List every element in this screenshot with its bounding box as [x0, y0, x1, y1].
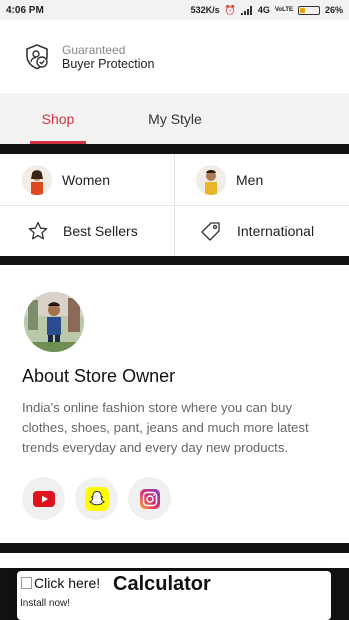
protection-line1: Guaranteed — [62, 42, 126, 57]
ad-image-alt-text: Click here! — [34, 575, 101, 591]
about-title: About Store Owner — [22, 366, 176, 386]
about-section: About Store Owner India's online fashion… — [0, 265, 349, 543]
alarm-icon: ⏰ — [224, 4, 236, 15]
instagram-icon — [139, 488, 160, 509]
grid-divider-vertical — [174, 154, 175, 256]
women-avatar — [22, 164, 52, 195]
page-bottom — [0, 553, 349, 568]
network-speed: 532K/s — [190, 5, 220, 15]
ad-install-link[interactable]: Install now! — [20, 598, 70, 609]
status-icons: 532K/s ⏰ 4G VoLTE 26% — [191, 5, 343, 16]
about-description: India's online fashion store where you c… — [22, 400, 309, 455]
shield-user-icon — [26, 43, 48, 69]
category-best-sellers-label: Best Sellers — [63, 222, 138, 239]
category-best-sellers[interactable]: Best Sellers — [28, 205, 138, 256]
volte-badge: VoLTE — [274, 7, 293, 13]
ad-margin-left — [0, 568, 17, 620]
ad-title[interactable]: Calculator — [113, 573, 211, 596]
status-bar: 4:06 PM 532K/s ⏰ 4G VoLTE 26% — [0, 0, 349, 20]
tag-icon — [201, 221, 220, 241]
category-men[interactable]: Men — [196, 154, 263, 205]
buyer-protection-banner: Guaranteed Buyer Protection — [0, 20, 349, 93]
tab-bar: Shop My Style — [0, 93, 349, 144]
category-international-label: International — [237, 222, 315, 239]
battery-icon — [297, 5, 320, 15]
tab-shop[interactable]: Shop — [28, 93, 88, 144]
section-divider — [0, 144, 349, 154]
network-type: 4G — [257, 5, 270, 15]
star-icon — [28, 221, 48, 239]
category-grid: Women Men Best Sellers International — [0, 154, 349, 256]
category-men-label: Men — [236, 171, 264, 188]
youtube-icon — [32, 490, 55, 507]
category-international[interactable]: International — [200, 205, 314, 256]
section-divider — [0, 256, 349, 265]
ad-image[interactable]: Click here! — [21, 575, 100, 591]
section-divider — [0, 543, 349, 553]
battery-percent: 26% — [324, 5, 343, 15]
status-time: 4:06 PM — [6, 4, 44, 16]
instagram-button[interactable] — [128, 477, 171, 520]
broken-image-icon — [21, 577, 32, 589]
snapchat-icon — [84, 486, 109, 511]
ad-margin-right — [331, 568, 348, 620]
snapchat-button[interactable] — [75, 477, 118, 520]
category-women[interactable]: Women — [22, 154, 110, 205]
tab-my-style[interactable]: My Style — [140, 93, 210, 144]
men-avatar — [196, 164, 226, 195]
battery-fill — [299, 7, 305, 13]
protection-line2: Buyer Protection — [62, 56, 155, 71]
social-links — [22, 477, 171, 520]
store-owner-avatar — [24, 292, 84, 352]
signal-icon — [240, 5, 252, 15]
ad-banner[interactable]: Click here! Calculator Install now! — [17, 571, 331, 620]
category-women-label: Women — [62, 171, 110, 188]
youtube-button[interactable] — [22, 477, 65, 520]
